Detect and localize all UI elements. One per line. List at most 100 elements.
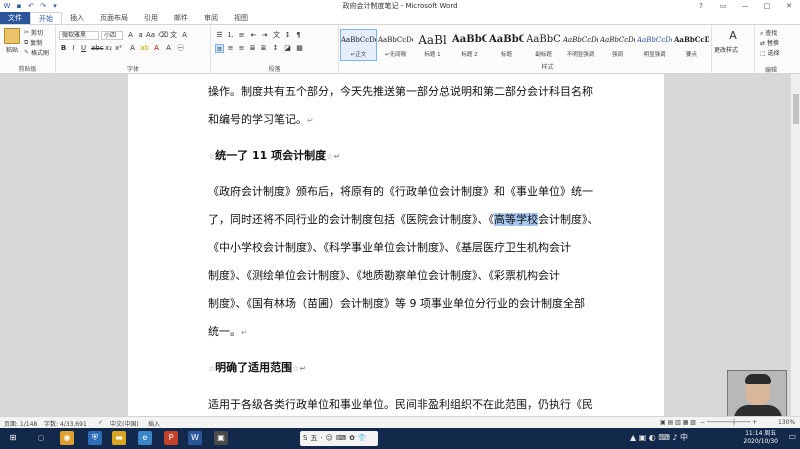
numbering-icon[interactable]: ⒈ <box>226 31 235 40</box>
tab-home[interactable]: 开始 <box>30 12 62 24</box>
page-count[interactable]: 页面: 1/148 <box>4 419 37 428</box>
doc-line[interactable]: 了，同时还将不同行业的会计制度包括《医院会计制度》、《高等学校会计制度》、 <box>208 211 599 227</box>
chinese-layout-icon[interactable]: 文 <box>272 31 281 40</box>
doc-line[interactable]: 操作。制度共有五个部分，今天先推送第一部分总说明和第二部分会计科目名称 <box>208 83 593 99</box>
style-subtle-emphasis[interactable]: AaBbCcDd 不明显强调 <box>562 29 599 61</box>
char-shading-icon[interactable]: A <box>164 44 173 53</box>
style-subtitle[interactable]: AaBbC 副标题 <box>525 29 562 61</box>
maximize-button[interactable]: □ <box>756 0 778 12</box>
proofing-icon[interactable]: ✓ <box>98 419 103 426</box>
tab-file[interactable]: 文件 <box>0 12 30 24</box>
bullets-icon[interactable]: ☰ <box>215 31 224 40</box>
style-emphasis[interactable]: AaBbCcDd 强调 <box>599 29 636 61</box>
doc-line[interactable]: 《政府会计制度》颁布后，将原有的《行政单位会计制度》和《事业单位》统一 <box>208 183 593 199</box>
multilevel-list-icon[interactable]: ≡ <box>237 31 246 40</box>
show-marks-icon[interactable]: ¶ <box>294 31 303 40</box>
close-button[interactable]: ✕ <box>778 0 800 12</box>
shading-icon[interactable]: ◪ <box>283 44 292 53</box>
powerpoint-icon[interactable]: P <box>164 431 178 445</box>
style-strong[interactable]: AaBbCcDd 要点 <box>673 29 710 61</box>
bold-icon[interactable]: B <box>59 44 68 53</box>
superscript-icon[interactable]: x² <box>114 44 123 53</box>
vertical-scrollbar[interactable] <box>790 74 800 416</box>
style-title[interactable]: AaBbC 标题 <box>488 29 525 61</box>
tab-insert[interactable]: 插入 <box>62 12 92 24</box>
section-heading[interactable]: ☆统一了 11 项会计制度☆↵ <box>208 147 340 163</box>
doc-line[interactable]: 和编号的学习笔记。↵ <box>208 111 314 127</box>
select-button[interactable]: ⬚ 选择 <box>760 48 780 57</box>
ribbon-display-button[interactable]: ▭ <box>712 0 734 12</box>
word-icon[interactable]: W <box>188 431 202 445</box>
subscript-icon[interactable]: x₂ <box>104 44 113 53</box>
chrome-icon[interactable]: ◉ <box>60 431 74 445</box>
find-button[interactable]: ⌕ 查找 <box>760 28 777 38</box>
sort-icon[interactable]: ↕ <box>283 31 292 40</box>
format-painter-button[interactable]: ✎ 格式刷 <box>24 48 49 57</box>
doc-line[interactable]: 《中小学校会计制度》、《科学事业单位会计制度》、《基层医疗卫生机构会计 <box>208 239 571 255</box>
shrink-font-icon[interactable]: a <box>136 31 145 40</box>
char-border-icon[interactable]: A <box>180 31 189 40</box>
ime-toolbar[interactable]: S五·☺⌨✿👕 <box>300 431 378 446</box>
style-intense-emphasis[interactable]: AaBbCcDc 明显强调 <box>636 29 673 61</box>
change-styles-icon[interactable]: A <box>726 29 740 43</box>
doc-line[interactable]: 适用于各级各类行政单位和事业单位。民间非盈利组织不在此范围，仍执行《民 <box>208 396 593 412</box>
system-clock[interactable]: 11:14 周五 2020/10/30 <box>743 430 778 446</box>
style-heading-1[interactable]: AaBl 标题 1 <box>414 29 451 61</box>
increase-indent-icon[interactable]: ⇥ <box>260 31 269 40</box>
tab-review[interactable]: 审阅 <box>196 12 226 24</box>
line-spacing-icon[interactable]: ↕ <box>271 44 280 53</box>
clear-format-icon[interactable]: ⌫ <box>158 31 168 40</box>
change-styles-button[interactable]: 更改样式 <box>714 45 738 54</box>
language-indicator[interactable]: 中文(中国) <box>110 419 139 428</box>
zoom-slider[interactable]: − ───────┼──── + <box>700 419 757 426</box>
tab-view[interactable]: 视图 <box>226 12 256 24</box>
notification-icon[interactable]: ▭ <box>788 432 796 441</box>
zoom-level[interactable]: 130% <box>778 419 795 426</box>
phonetic-icon[interactable]: 文 <box>169 31 178 40</box>
undo-icon[interactable]: ↶ <box>27 2 35 10</box>
customize-qat-icon[interactable]: ▾ <box>51 2 59 10</box>
doc-line[interactable]: 统一。↵ <box>208 323 248 339</box>
selected-text[interactable]: 高等学校 <box>494 213 538 226</box>
doc-line[interactable]: 制度》、《测绘单位会计制度》、《地质勘察单位会计制度》、《彩票机构会计 <box>208 267 560 283</box>
tab-mailings[interactable]: 邮件 <box>166 12 196 24</box>
style-heading-2[interactable]: AaBbC 标题 2 <box>451 29 488 61</box>
cut-button[interactable]: ✂ 剪切 <box>24 28 43 37</box>
strikethrough-icon[interactable]: abc <box>91 44 104 53</box>
font-name-select[interactable]: 微软雅黑 <box>59 31 99 40</box>
distributed-icon[interactable]: ≣ <box>259 44 268 53</box>
security-icon[interactable]: ⛨ <box>88 431 102 445</box>
tray-icons[interactable]: ▲ ▣ ◐ ⌨ ♪ 中 <box>630 432 688 443</box>
style-normal[interactable]: AaBbCcDd ↵正文 <box>340 29 377 61</box>
align-left-icon[interactable]: ≡ <box>215 44 224 53</box>
redo-icon[interactable]: ↷ <box>39 2 47 10</box>
help-button[interactable]: ? <box>690 0 712 12</box>
paste-button[interactable]: 粘贴 <box>3 28 21 58</box>
doc-line[interactable]: 制度》、《国有林场（苗圃）会计制度》等 9 项事业单位分行业的会计制度全部 <box>208 295 585 311</box>
file-explorer-icon[interactable]: ▬ <box>112 431 126 445</box>
highlight-color-icon[interactable]: ab <box>140 44 149 53</box>
enclose-char-icon[interactable]: ㊀ <box>176 44 185 53</box>
font-size-select[interactable]: 小四 <box>101 31 123 40</box>
insert-mode[interactable]: 插入 <box>148 419 160 428</box>
italic-icon[interactable]: I <box>69 44 78 53</box>
align-center-icon[interactable]: ≡ <box>226 44 235 53</box>
font-color-icon[interactable]: A <box>152 44 161 53</box>
replace-button[interactable]: ⇄ 替换 <box>760 38 779 47</box>
grow-font-icon[interactable]: A <box>126 31 135 40</box>
justify-icon[interactable]: ≣ <box>248 44 257 53</box>
word-count[interactable]: 字数: 4/33,691 <box>44 419 87 428</box>
align-right-icon[interactable]: ≡ <box>237 44 246 53</box>
windows-start-icon[interactable]: ⊞ <box>6 431 20 445</box>
browser-icon[interactable]: e <box>138 431 152 445</box>
save-icon[interactable]: ▪ <box>15 2 23 10</box>
view-buttons[interactable]: ▣ ▤ ▥ ▦ ▧ <box>660 419 696 426</box>
search-icon[interactable]: ○ <box>34 431 48 445</box>
decrease-indent-icon[interactable]: ⇤ <box>249 31 258 40</box>
section-heading[interactable]: ☆明确了适用范围☆↵ <box>208 359 306 375</box>
scrollbar-thumb[interactable] <box>793 94 799 124</box>
tab-references[interactable]: 引用 <box>136 12 166 24</box>
copy-button[interactable]: ⧉ 复制 <box>24 38 42 48</box>
tab-page-layout[interactable]: 页面布局 <box>92 12 136 24</box>
borders-icon[interactable]: ▦ <box>295 44 304 53</box>
